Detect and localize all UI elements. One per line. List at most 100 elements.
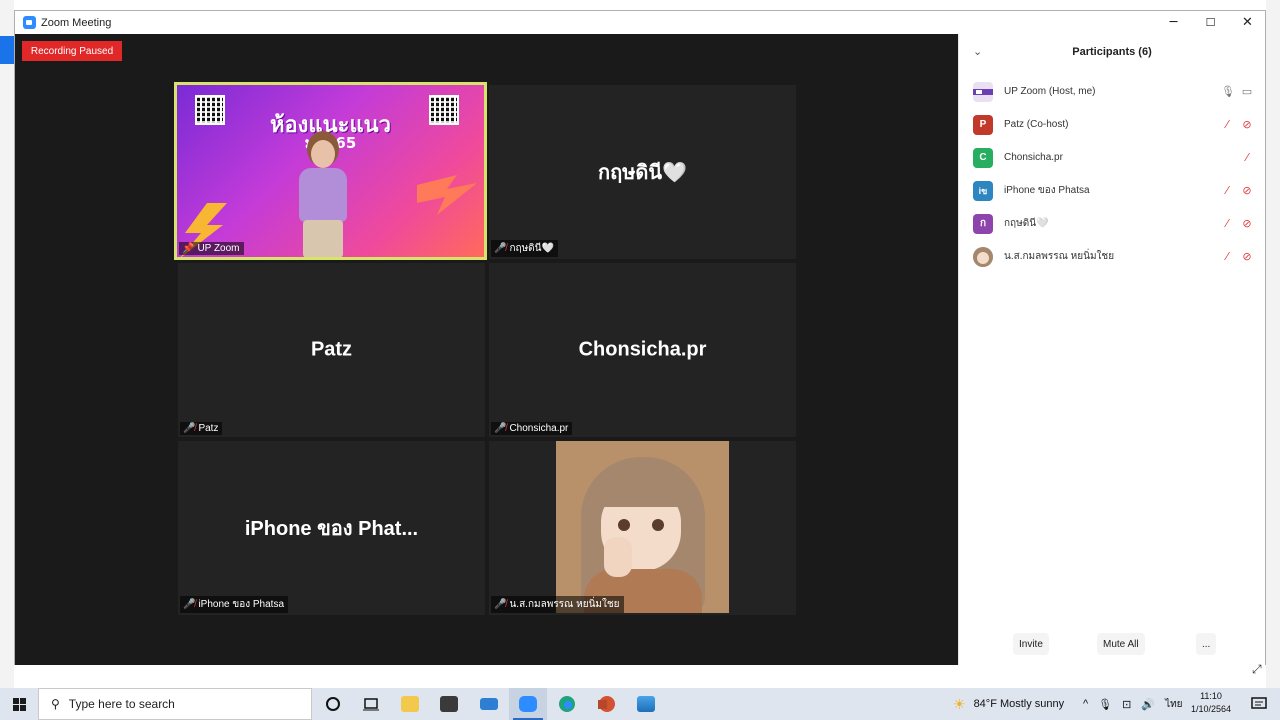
profile-picture (556, 441, 729, 613)
video-off-icon[interactable]: ⊘ (1241, 217, 1253, 230)
volume-icon[interactable]: 🔊 (1141, 698, 1155, 711)
participants-list: UP Zoom (Host, me) 🎙 ▭ P Patz (Co-host) … (959, 75, 1265, 273)
tile-name: iPhone ของ Phatsa (198, 599, 285, 610)
tile-big-name: กฤษดินี🤍 (598, 162, 687, 184)
clock-time: 11:10 (1200, 691, 1222, 701)
folder-icon (401, 696, 419, 712)
participant-status-icons: ⁄ (1241, 141, 1253, 174)
muted-mic-icon[interactable]: ⁄ (1221, 184, 1233, 197)
video-tile-iphone-phatsa[interactable]: iPhone ของ Phat... 🎤̸ iPhone ของ Phatsa (178, 441, 485, 615)
tile-name: Chonsicha.pr (509, 423, 569, 434)
clock-date: 1/10/2564 (1190, 704, 1232, 714)
chevron-up-icon[interactable]: ^ (1083, 698, 1088, 710)
store-button[interactable] (430, 688, 468, 720)
taskbar-clock[interactable]: 11:10 1/10/2564 (1186, 690, 1236, 716)
mail-button[interactable] (470, 688, 508, 720)
participant-avatar: P (973, 114, 993, 135)
muted-mic-icon[interactable]: ⁄ (1221, 250, 1233, 263)
windows-logo-icon (12, 697, 26, 711)
participant-avatar: ก (973, 213, 993, 234)
start-button[interactable] (0, 688, 38, 720)
task-view-icon (363, 698, 379, 711)
maximize-button[interactable]: ☐ (1192, 11, 1229, 34)
video-off-icon[interactable]: ⊘ (1241, 250, 1253, 263)
resize-handle-icon[interactable]: ⤢ (1252, 662, 1262, 677)
muted-mic-icon[interactable]: ⁄ (1241, 151, 1253, 164)
system-tray: ^ 🎙 ⊡ 🔊 ไทย (1083, 688, 1183, 720)
video-tile-patz[interactable]: Patz 🎤̸ Patz (178, 263, 485, 437)
muted-mic-icon: 🎤̸ (494, 423, 507, 434)
photos-icon (637, 696, 655, 712)
window-title: Zoom Meeting (41, 16, 112, 29)
participants-footer: Invite Mute All ... (959, 633, 1265, 655)
video-tile-kamonphan[interactable]: 🎤̸ น.ส.กมลพรรณ หยนิ่มใชย (489, 441, 796, 615)
task-view-button[interactable] (352, 688, 390, 720)
zoom-taskbar-button[interactable] (509, 688, 547, 720)
muted-mic-icon: 🎤̸ (183, 423, 196, 434)
participant-name: Chonsicha.pr (1004, 152, 1063, 163)
close-button[interactable]: ✕ (1229, 11, 1266, 34)
participant-status-icons: ⁄ ⊘ (1221, 207, 1253, 240)
powerpoint-button[interactable] (587, 688, 625, 720)
participants-panel: ⌄ Participants (6) UP Zoom (Host, me) 🎙 … (958, 34, 1265, 665)
cortana-button[interactable] (314, 688, 352, 720)
participant-row[interactable]: iข iPhone ของ Phatsa ⁄ ⊘ (959, 174, 1265, 207)
recording-paused-badge[interactable]: Recording Paused (22, 41, 122, 61)
participant-row[interactable]: UP Zoom (Host, me) 🎙 ▭ (959, 75, 1265, 108)
notifications-button[interactable] (1240, 688, 1278, 720)
sun-icon: ☀ (953, 695, 966, 712)
video-tile-kritsadinee[interactable]: กฤษดินี🤍 🎤̸ กฤษดินี🤍 (489, 85, 796, 259)
zoom-video-icon (519, 696, 537, 712)
muted-mic-icon: 🎤̸ (183, 599, 196, 610)
more-options-button[interactable]: ... (1196, 633, 1217, 655)
participant-row[interactable]: น.ส.กมลพรรณ หยนิ่มใชย ⁄ ⊘ (959, 240, 1265, 273)
muted-mic-icon[interactable]: ⁄ (1221, 118, 1233, 131)
desktop-left-edge (0, 0, 14, 688)
search-placeholder: Type here to search (68, 697, 175, 711)
edge-browser-icon (559, 696, 575, 712)
invite-button[interactable]: Invite (1013, 633, 1049, 655)
lightning-bolt-icon (417, 175, 477, 215)
muted-mic-icon[interactable]: ⁄ (1221, 217, 1233, 230)
video-tile-chonsicha[interactable]: Chonsicha.pr 🎤̸ Chonsicha.pr (489, 263, 796, 437)
profile-picture-icon (973, 246, 993, 267)
muted-mic-icon: 🎤̸ (494, 243, 507, 254)
minimize-button[interactable]: ─ (1155, 11, 1192, 34)
banner-background: ห้องแนะแนว มพ. 65 (177, 85, 484, 257)
participant-avatar: iข (973, 180, 993, 201)
powerpoint-icon (598, 696, 615, 712)
video-stage: Recording Paused ห้องแนะแนว มพ. 65 📌 UP … (15, 34, 958, 665)
store-bag-icon (440, 696, 458, 712)
network-icon[interactable]: ⊡ (1122, 698, 1131, 711)
video-off-icon[interactable]: ⊘ (1241, 184, 1253, 197)
edge-button[interactable] (548, 688, 586, 720)
cortana-circle-icon (326, 697, 340, 711)
mail-envelope-icon (480, 698, 498, 710)
participant-status-icons: ⁄ ⊘ (1221, 108, 1253, 141)
tile-name: UP Zoom (197, 243, 240, 254)
video-camera-icon[interactable]: ▭ (1241, 85, 1253, 98)
weather-widget[interactable]: ☀ 84°F Mostly sunny (953, 688, 1064, 720)
video-off-icon[interactable]: ⊘ (1241, 118, 1253, 131)
tile-name: น.ส.กมลพรรณ หยนิ่มใชย (509, 599, 620, 610)
tile-big-name: Chonsicha.pr (578, 338, 707, 361)
weather-text: 84°F Mostly sunny (973, 698, 1065, 710)
photos-button[interactable] (627, 688, 665, 720)
tile-label: 🎤̸ Patz (180, 422, 223, 435)
video-tile-up-zoom[interactable]: ห้องแนะแนว มพ. 65 📌 UP Zoom (174, 82, 487, 260)
participant-row[interactable]: ก กฤษดินี🤍 ⁄ ⊘ (959, 207, 1265, 240)
tile-big-name: iPhone ของ Phat... (244, 518, 419, 540)
tile-big-name: Patz (310, 338, 353, 361)
zoom-meeting-window: Zoom Meeting ─ ☐ ✕ Recording Paused ห้อง… (14, 10, 1266, 665)
participant-row[interactable]: C Chonsicha.pr ⁄ (959, 141, 1265, 174)
taskbar-search-box[interactable]: ⚲ Type here to search (38, 688, 312, 720)
participant-row[interactable]: P Patz (Co-host) ⁄ ⊘ (959, 108, 1265, 141)
tile-name: กฤษดินี🤍 (509, 243, 554, 254)
microphone-icon[interactable]: 🎙 (1098, 698, 1112, 711)
mute-all-button[interactable]: Mute All (1097, 633, 1145, 655)
tile-name: Patz (198, 423, 219, 434)
mic-icon[interactable]: 🎙 (1221, 85, 1235, 98)
file-explorer-button[interactable] (391, 688, 429, 720)
language-indicator[interactable]: ไทย (1165, 697, 1182, 712)
participants-title: Participants (6) (1072, 46, 1152, 58)
